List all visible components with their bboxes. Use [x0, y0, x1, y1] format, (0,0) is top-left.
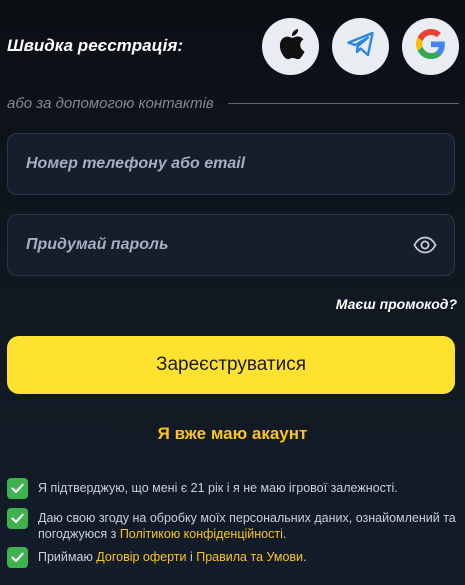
- password-field[interactable]: [7, 214, 455, 276]
- offer-agreement-link[interactable]: Договір оферти: [96, 550, 186, 564]
- check-icon: [11, 483, 24, 494]
- password-input[interactable]: [26, 236, 412, 254]
- telegram-icon: [346, 30, 376, 63]
- check-icon: [11, 552, 24, 563]
- telegram-signin-button[interactable]: [332, 17, 389, 75]
- eye-icon[interactable]: [412, 232, 438, 258]
- divider-label: або за допомогою контактів: [7, 94, 214, 112]
- register-button[interactable]: Зареєструватися: [7, 336, 455, 394]
- contacts-divider: або за допомогою контактів: [7, 92, 459, 114]
- apple-signin-button[interactable]: [262, 17, 319, 75]
- consent-age: Я підтверджую, що мені є 21 рік і я не м…: [7, 478, 457, 499]
- consent-text-part: .: [282, 527, 287, 541]
- consent-text-part: .: [303, 550, 307, 564]
- privacy-policy-link[interactable]: Політикою конфіденційності: [120, 527, 283, 541]
- consent-text-part: і: [186, 550, 197, 564]
- terms-conditions-link[interactable]: Правила та Умови: [196, 550, 303, 564]
- consent-age-text: Я підтверджую, що мені є 21 рік і я не м…: [38, 481, 398, 495]
- checkbox-age[interactable]: [7, 478, 28, 499]
- google-icon: [415, 28, 446, 64]
- consent-text-part: Приймаю: [38, 550, 97, 564]
- checkbox-personal-data[interactable]: [7, 508, 28, 529]
- login-link[interactable]: Я вже маю акаунт: [0, 424, 465, 444]
- check-icon: [11, 513, 24, 524]
- contact-input[interactable]: [26, 155, 438, 173]
- quick-registration-row: Швидка реєстрація:: [7, 17, 459, 75]
- apple-icon: [276, 27, 306, 66]
- quick-registration-title: Швидка реєстрація:: [7, 36, 184, 55]
- consent-personal-data-text: Даю свою згоду на обробку моїх персональ…: [38, 508, 457, 542]
- consent-personal-data: Даю свою згоду на обробку моїх персональ…: [7, 508, 457, 542]
- promo-code-link[interactable]: Маєш промокод?: [336, 296, 457, 312]
- google-signin-button[interactable]: [402, 17, 459, 75]
- consent-terms-text: Приймаю Договір оферти і Правила та Умов…: [38, 547, 307, 565]
- divider-line: [227, 102, 459, 104]
- checkbox-terms[interactable]: [7, 547, 28, 568]
- consent-terms: Приймаю Договір оферти і Правила та Умов…: [7, 547, 457, 568]
- contact-field[interactable]: [7, 133, 455, 195]
